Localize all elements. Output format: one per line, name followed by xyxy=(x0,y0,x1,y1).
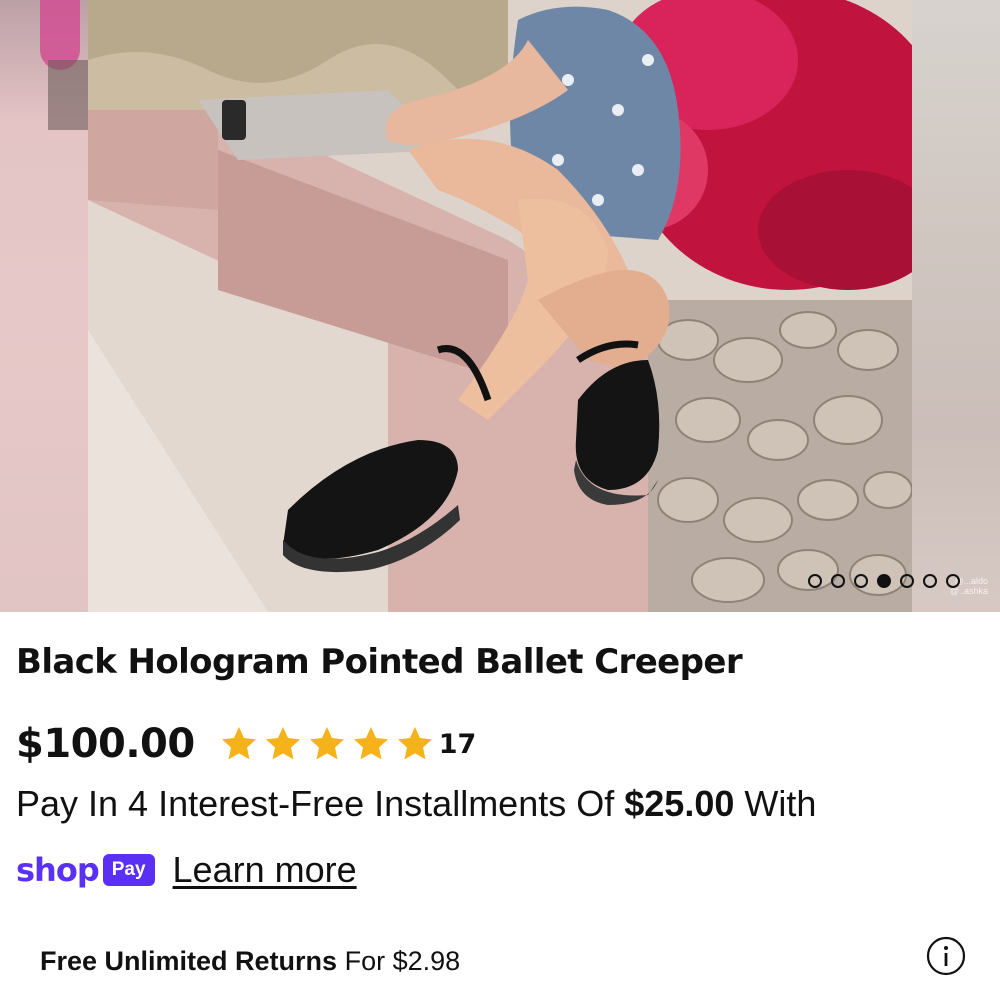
installment-amount: $25.00 xyxy=(624,783,735,824)
carousel-dot[interactable] xyxy=(854,574,868,588)
rating-stars[interactable] xyxy=(219,724,435,764)
product-price: $100.00 xyxy=(16,721,195,767)
returns-label: Free Unlimited Returns xyxy=(40,946,338,976)
shop-pay-wordmark: shop xyxy=(16,851,100,889)
returns-info: Free Unlimited Returns For $2.98 xyxy=(40,946,460,977)
star-icon xyxy=(221,727,256,760)
carousel-dot[interactable] xyxy=(808,574,822,588)
star-icon xyxy=(309,727,344,760)
shop-pay-badge: Pay xyxy=(102,854,155,886)
next-image-peek[interactable] xyxy=(912,0,1000,612)
product-photo-illustration xyxy=(88,0,912,612)
star-icon xyxy=(353,727,388,760)
review-count[interactable]: 17 xyxy=(439,729,477,760)
installments-text: Pay In 4 Interest-Free Installments Of $… xyxy=(16,783,816,825)
shop-pay-row: shop Pay Learn more xyxy=(16,846,357,894)
star-icon xyxy=(397,727,432,760)
product-photo[interactable] xyxy=(88,0,912,612)
carousel-dot[interactable] xyxy=(900,574,914,588)
carousel-dot[interactable] xyxy=(831,574,845,588)
carousel-dot[interactable] xyxy=(923,574,937,588)
carousel-dot-active[interactable] xyxy=(877,574,891,588)
learn-more-link[interactable]: Learn more xyxy=(173,849,357,891)
product-title: Black Hologram Pointed Ballet Creeper xyxy=(16,642,743,682)
installments-suffix: With xyxy=(744,783,817,824)
post-shape xyxy=(48,60,88,130)
carousel-pagination xyxy=(808,574,960,588)
info-icon[interactable] xyxy=(926,936,966,976)
shop-pay-logo: shop Pay xyxy=(16,851,155,889)
price-rating-row: $100.00 17 xyxy=(16,718,476,770)
returns-price: For $2.98 xyxy=(344,946,461,976)
installments-prefix: Pay In 4 Interest-Free Installments Of xyxy=(16,783,615,824)
star-icon xyxy=(265,727,300,760)
carousel-dot[interactable] xyxy=(946,574,960,588)
previous-image-peek[interactable] xyxy=(0,0,88,612)
product-image-carousel[interactable]: @...aldo @..ashka xyxy=(0,0,1000,612)
